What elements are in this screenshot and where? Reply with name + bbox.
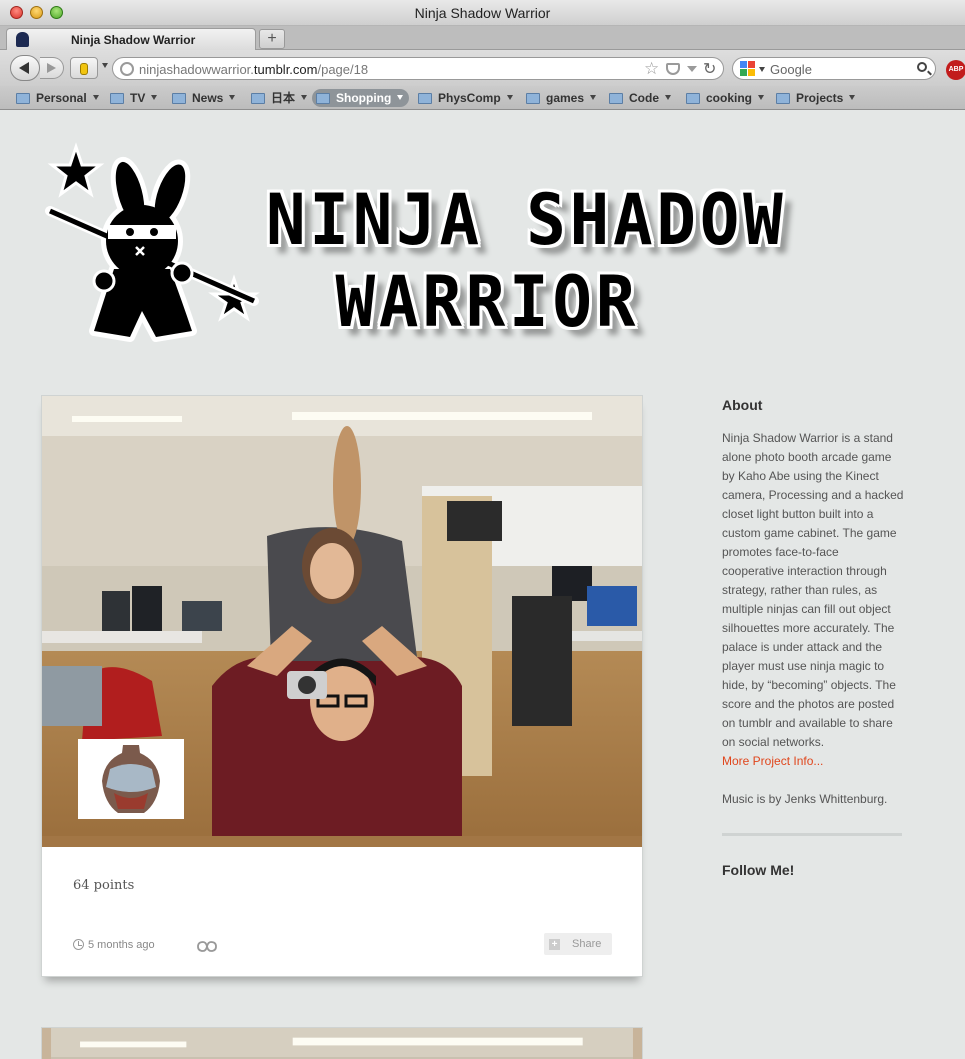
search-icon[interactable] bbox=[917, 62, 927, 72]
folder-icon bbox=[776, 93, 790, 104]
search-input[interactable]: Google bbox=[770, 62, 812, 77]
folder-icon bbox=[316, 93, 330, 104]
ninja-favicon-icon bbox=[16, 32, 29, 47]
post-caption: 64 points bbox=[73, 878, 135, 893]
url-dropdown-icon[interactable] bbox=[687, 66, 697, 72]
music-credit: Music is by Jenks Whittenburg. bbox=[722, 792, 888, 806]
url-bar[interactable]: ninjashadowwarrior.tumblr.com/page/18 ☆ … bbox=[112, 57, 724, 80]
folder-icon bbox=[172, 93, 186, 104]
folder-icon bbox=[526, 93, 540, 104]
google-engine-icon[interactable] bbox=[740, 61, 756, 77]
forward-button[interactable] bbox=[40, 57, 64, 79]
plus-icon: + bbox=[549, 939, 560, 950]
next-post-photo[interactable] bbox=[41, 1027, 643, 1059]
blog-title[interactable]: Ninja Shadow Warrior bbox=[266, 179, 830, 343]
bookmark-folder-tv[interactable]: TV bbox=[106, 89, 163, 107]
permalink-icon[interactable] bbox=[197, 941, 217, 952]
blog-title-line-1: Ninja Shadow bbox=[266, 179, 787, 261]
chevron-down-icon bbox=[758, 95, 765, 100]
folder-icon bbox=[16, 93, 30, 104]
chevron-down-icon bbox=[151, 95, 158, 100]
clock-icon bbox=[73, 939, 84, 950]
url-text[interactable]: ninjashadowwarrior.tumblr.com/page/18 bbox=[139, 62, 368, 77]
folder-icon bbox=[251, 93, 265, 104]
window-title: Ninja Shadow Warrior bbox=[414, 5, 551, 21]
search-engine-dropdown-icon[interactable] bbox=[759, 67, 765, 72]
bookmark-folder-news[interactable]: News bbox=[168, 89, 241, 107]
chevron-down-icon bbox=[665, 95, 671, 100]
tab-ninja-shadow-warrior[interactable]: Ninja Shadow Warrior bbox=[6, 28, 256, 50]
history-dropdown-icon[interactable] bbox=[102, 63, 108, 68]
chevron-down-icon bbox=[229, 95, 236, 100]
tab-label: Ninja Shadow Warrior bbox=[71, 33, 196, 47]
chevron-down-icon bbox=[849, 95, 856, 100]
chevron-down-icon bbox=[506, 95, 513, 100]
more-project-info-link[interactable]: More Project Info... bbox=[722, 752, 904, 771]
share-button[interactable]: + Share bbox=[544, 933, 612, 955]
folder-icon bbox=[110, 93, 124, 104]
bookmark-folder-shopping[interactable]: Shopping bbox=[312, 89, 410, 107]
blog-title-line-2: Warrior bbox=[335, 261, 640, 343]
chevron-down-icon bbox=[590, 95, 597, 100]
post-timestamp[interactable]: 5 months ago bbox=[88, 939, 155, 951]
share-label: Share bbox=[572, 938, 602, 950]
new-tab-button[interactable]: + bbox=[259, 29, 285, 49]
bookmark-folder-code[interactable]: Code bbox=[605, 89, 677, 107]
bookmark-star-icon[interactable]: ☆ bbox=[644, 59, 659, 79]
chevron-down-icon bbox=[92, 95, 99, 100]
tab-strip: Ninja Shadow Warrior + bbox=[0, 26, 965, 50]
folder-icon bbox=[686, 93, 700, 104]
bookmark-folder-physcomp[interactable]: PhysComp bbox=[414, 89, 519, 107]
pocket-icon[interactable] bbox=[666, 63, 680, 75]
web-page: Ninja Shadow Warrior bbox=[0, 111, 965, 1059]
sidebar-divider bbox=[722, 833, 902, 836]
object-silhouette-thumbnail[interactable] bbox=[78, 739, 184, 819]
back-button[interactable] bbox=[10, 55, 40, 81]
bookmark-folder-personal[interactable]: Personal bbox=[12, 89, 105, 107]
about-heading: About bbox=[722, 397, 763, 413]
folder-icon bbox=[609, 93, 623, 104]
follow-heading: Follow Me! bbox=[722, 862, 795, 878]
adblock-icon[interactable]: ABP bbox=[946, 60, 965, 80]
bookmark-folder-japan[interactable]: 日本 bbox=[247, 89, 313, 107]
bookmark-folder-games[interactable]: games bbox=[522, 89, 602, 107]
about-text: Ninja Shadow Warrior is a stand alone ph… bbox=[722, 431, 904, 749]
bookmarks-toolbar: Personal TV News 日本 Shopping PhysComp ga… bbox=[0, 86, 965, 110]
chevron-down-icon bbox=[301, 95, 308, 100]
navigation-toolbar: ninjashadowwarrior.tumblr.com/page/18 ☆ … bbox=[0, 50, 965, 86]
folder-icon bbox=[418, 93, 432, 104]
identity-button[interactable] bbox=[70, 57, 98, 79]
reload-icon[interactable]: ↻ bbox=[703, 59, 716, 79]
post-card: 64 points 5 months ago + Share bbox=[41, 395, 643, 977]
window-titlebar: Ninja Shadow Warrior bbox=[0, 0, 965, 26]
sidebar: About Ninja Shadow Warrior is a stand al… bbox=[722, 397, 904, 878]
bookmark-folder-projects[interactable]: Projects bbox=[772, 89, 861, 107]
bookmark-folder-cooking[interactable]: cooking bbox=[682, 89, 770, 107]
post-meta: 5 months ago bbox=[73, 939, 217, 952]
chevron-down-icon bbox=[397, 95, 404, 100]
ninja-rabbit-logo-icon[interactable] bbox=[42, 141, 272, 356]
search-bar[interactable]: Google bbox=[732, 57, 936, 80]
globe-icon bbox=[120, 62, 134, 76]
